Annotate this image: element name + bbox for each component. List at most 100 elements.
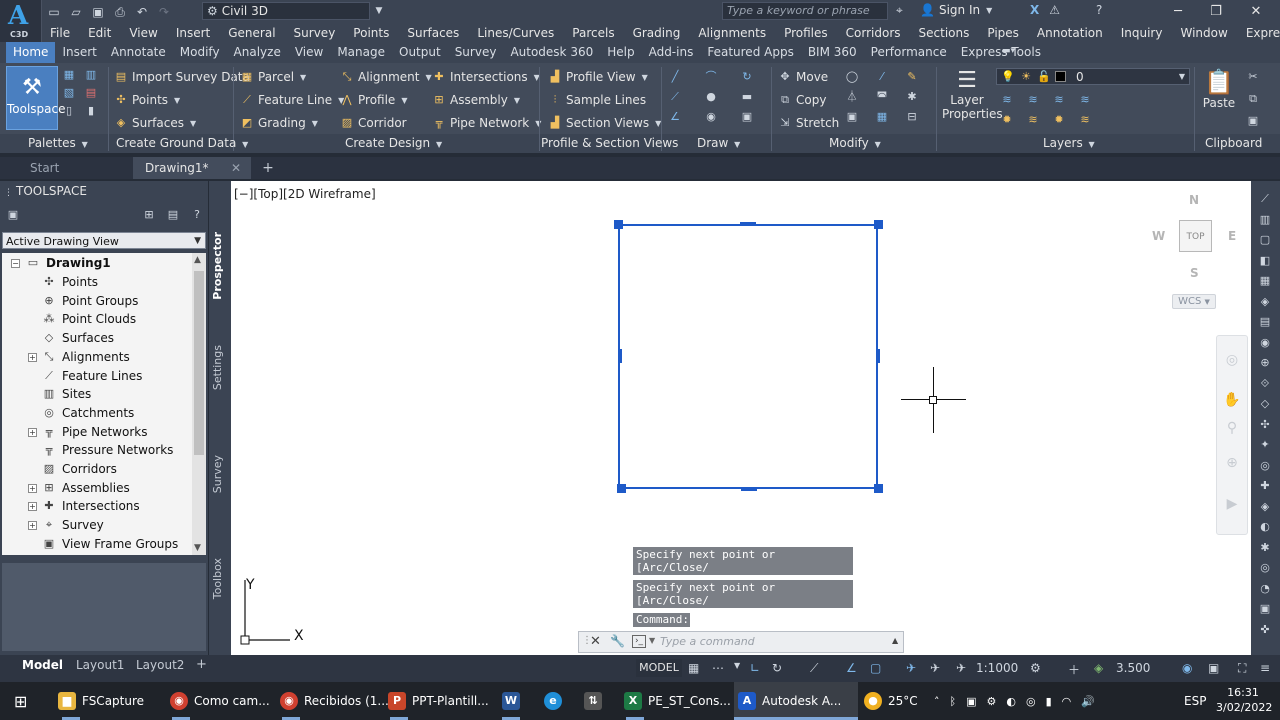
menu-window[interactable]: Window [1172,26,1237,40]
menu-grading[interactable]: Grading [625,26,691,40]
otrack-icon[interactable]: ∠ [846,661,857,675]
layer-tool3-icon[interactable]: ≋ [1052,93,1066,107]
grading-button[interactable]: ◩ Grading ▼ [240,116,318,130]
panel-modify[interactable]: Modify ▼ [829,136,881,150]
wrench-icon[interactable]: 🔧 [610,634,625,648]
tray-app4-icon[interactable]: ◎ [1026,695,1036,708]
stretch-button[interactable]: ⇲ Stretch [778,116,839,130]
right-tool-0-icon[interactable]: ⟋ [1257,192,1273,206]
ribbon-tab-manage[interactable]: Manage [330,42,392,63]
autoscale-icon[interactable]: ✈ [930,661,940,675]
redo-icon[interactable]: ↷ [156,4,172,20]
tree-item-assemblies[interactable]: ⊞ Assemblies [42,481,129,495]
tree-scrollbar[interactable]: ▲ ▼ [192,253,206,555]
grip-mid-top[interactable] [740,222,756,226]
panorama-icon[interactable]: ▤ [84,86,98,100]
menu-parcels[interactable]: Parcels [564,26,624,40]
ribbon-tab-autodesk-360[interactable]: Autodesk 360 [503,42,600,63]
tree-item-point-groups[interactable]: ⊕ Point Groups [42,294,138,308]
zoom-icon[interactable]: ⚲ [1223,420,1241,438]
properties-icon[interactable]: ▯ [62,104,76,118]
search-input[interactable]: Type a keyword or phrase [722,2,888,20]
tray-app-icon[interactable]: ▣ [966,695,976,708]
parcel-button[interactable]: ▦ Parcel ▼ [240,70,306,84]
right-tool-4-icon[interactable]: ▦ [1257,274,1273,288]
section-views-button[interactable]: ▟ Section Views ▼ [548,116,662,130]
clean-screen-icon[interactable]: ⛶ [1238,661,1246,676]
tab-prospector[interactable]: Prospector [211,232,224,300]
menu-insert[interactable]: Insert [168,26,220,40]
network-icon[interactable]: ◠ [1062,695,1072,708]
tab-start[interactable]: Start [18,157,130,179]
hardware-accel-icon[interactable]: ▣ [1208,661,1219,675]
undo-icon[interactable]: ↶ [134,4,150,20]
close-cmd-icon[interactable]: ✕ [590,634,601,649]
qat-customize-icon[interactable]: ▼ [372,2,386,20]
workspace-dropdown[interactable]: ⚙ Civil 3D [202,2,370,20]
explode-icon[interactable]: ✱ [905,90,919,104]
feature-line-button[interactable]: ⟋ Feature Line ▼ [240,93,344,107]
right-tool-1-icon[interactable]: ▥ [1257,213,1273,227]
layer-tool2-icon[interactable]: ≋ [1026,93,1040,107]
menu-express[interactable]: Express [1238,26,1280,40]
line-icon[interactable]: ╱ [668,70,682,84]
polyline-icon[interactable]: ⟋ [668,90,682,104]
circle-icon[interactable]: ● [704,90,718,104]
exchange-icon[interactable]: X [1030,3,1039,17]
tab-toolbox[interactable]: Toolbox [211,558,224,599]
intersections-button[interactable]: ✚ Intersections ▼ [432,70,539,84]
erase-icon[interactable]: ✎ [905,70,919,84]
taskbar-app[interactable]: ⇅ [584,682,602,720]
units-icon[interactable]: ◈ [1094,661,1103,675]
account-icon[interactable]: ⚠ [1049,3,1060,17]
surfaces-button[interactable]: ◈ Surfaces ▼ [114,116,196,130]
ribbon-tab-performance[interactable]: Performance [864,42,954,63]
tree-item-intersections[interactable]: ✚ Intersections [42,499,139,513]
expander-4[interactable]: + [28,352,37,362]
toolspace-settings-icon[interactable]: ▣ [6,208,20,222]
app-logo[interactable]: A C3D [0,0,42,42]
expander-11[interactable]: + [28,483,37,493]
print-icon[interactable]: ⎙ [112,4,128,20]
right-tool-8-icon[interactable]: ⊕ [1257,356,1273,370]
ortho-icon[interactable]: ∟ [750,661,760,675]
offset-icon[interactable]: ⊟ [905,110,919,124]
expander-root[interactable]: − [11,259,20,268]
open-icon[interactable]: ▱ [68,4,84,20]
grip-mid-left[interactable] [618,349,622,363]
layer-tool4-icon[interactable]: ≋ [1078,93,1092,107]
trim-icon[interactable]: ⁄ [875,70,889,84]
menu-survey[interactable]: Survey [286,26,346,40]
minimize-button[interactable]: ─ [1158,0,1198,23]
fillet-icon[interactable]: ◚ [875,90,889,104]
match-props-icon[interactable]: ▣ [1246,114,1260,128]
ribbon-tab-survey[interactable]: Survey [448,42,504,63]
taskbar-powerpoint[interactable]: P PPT-Plantill... [388,682,489,720]
menu-inquiry[interactable]: Inquiry [1113,26,1173,40]
taskbar-chrome-2[interactable]: ◉ Recibidos (1... [280,682,389,720]
hatch-icon[interactable]: ▣ [740,110,754,124]
spline-icon[interactable]: ∠ [668,110,682,124]
corridor-button[interactable]: ▨ Corridor [340,116,407,130]
ribbon-tab-add-ins[interactable]: Add-ins [642,42,701,63]
ribbon-tab-help[interactable]: Help [600,42,641,63]
taskbar-edge[interactable]: e [544,682,562,720]
tree-root[interactable]: ▭ Drawing1 [26,256,111,270]
compass-east[interactable]: E [1228,229,1236,243]
menu-profiles[interactable]: Profiles [776,26,838,40]
tray-app2-icon[interactable]: ⚙ [987,695,997,708]
sign-in[interactable]: 👤 Sign In ▼ [920,3,992,17]
binoculars-icon[interactable]: ⌖ [896,3,903,18]
isolate-icon[interactable]: ◉ [1182,661,1192,675]
polar-icon[interactable]: ↻ [772,661,782,675]
anno-scale-value[interactable]: 3.500 [1116,661,1150,675]
annotation-visibility-icon[interactable]: ✈ [906,661,916,675]
snap-icon[interactable]: ⋯ [712,661,724,675]
save-icon[interactable]: ▣ [90,4,106,20]
panel-palettes[interactable]: Palettes ▼ [28,136,88,150]
isodraft-icon[interactable]: ⟋ [810,661,818,676]
right-tool-16-icon[interactable]: ◐ [1257,520,1273,534]
menu-pipes[interactable]: Pipes [979,26,1029,40]
grip-top-right[interactable] [874,220,883,229]
viewcube-top[interactable]: TOP [1179,220,1212,252]
